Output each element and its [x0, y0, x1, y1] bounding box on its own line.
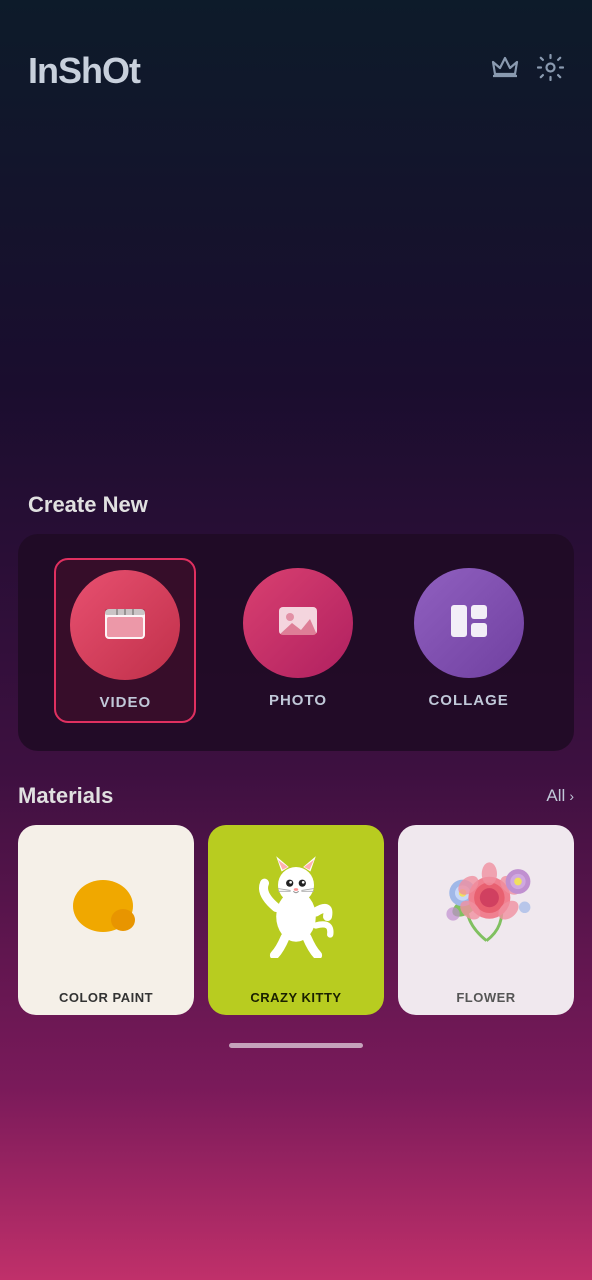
- crazy-kitty-label: CRAZY KITTY: [208, 980, 384, 1015]
- collage-icon: [443, 595, 495, 652]
- header: InShOt: [0, 0, 592, 112]
- video-circle: [70, 570, 180, 680]
- video-icon: [99, 597, 151, 654]
- materials-title: Materials: [18, 783, 113, 809]
- materials-all-button[interactable]: All ›: [546, 786, 574, 806]
- materials-section: Materials All › COLOR PAINT: [0, 751, 592, 1015]
- chevron-right-icon: ›: [569, 788, 574, 804]
- materials-header: Materials All ›: [18, 783, 574, 809]
- material-flower[interactable]: FLOWER: [398, 825, 574, 1015]
- kitty-illustration: [246, 843, 346, 963]
- photo-label: PHOTO: [269, 692, 327, 709]
- video-label: VIDEO: [99, 694, 151, 711]
- app-logo: InShOt: [28, 50, 140, 92]
- create-collage-item[interactable]: COLLAGE: [400, 558, 538, 723]
- photo-icon: [272, 595, 324, 652]
- flower-illustration: [431, 843, 541, 963]
- settings-icon[interactable]: [537, 54, 564, 88]
- create-new-card: VIDEO PHOTO: [18, 534, 574, 751]
- material-color-paint[interactable]: COLOR PAINT: [18, 825, 194, 1015]
- create-new-section: Create New VIDEO: [0, 492, 592, 751]
- photo-circle: [243, 568, 353, 678]
- collage-circle: [414, 568, 524, 678]
- crazy-kitty-image: [208, 825, 384, 980]
- crown-icon[interactable]: [491, 56, 519, 87]
- create-photo-item[interactable]: PHOTO: [229, 558, 367, 723]
- empty-area: [0, 112, 592, 492]
- material-crazy-kitty[interactable]: CRAZY KITTY: [208, 825, 384, 1015]
- create-new-title: Create New: [0, 492, 592, 534]
- materials-grid: COLOR PAINT: [18, 825, 574, 1015]
- collage-label: COLLAGE: [428, 692, 508, 709]
- color-paint-label: COLOR PAINT: [18, 980, 194, 1015]
- flower-image: [398, 825, 574, 980]
- create-video-item[interactable]: VIDEO: [54, 558, 196, 723]
- home-indicator: [229, 1043, 363, 1048]
- color-paint-image: [18, 825, 194, 980]
- flower-label: FLOWER: [398, 980, 574, 1015]
- header-icons: [491, 54, 564, 88]
